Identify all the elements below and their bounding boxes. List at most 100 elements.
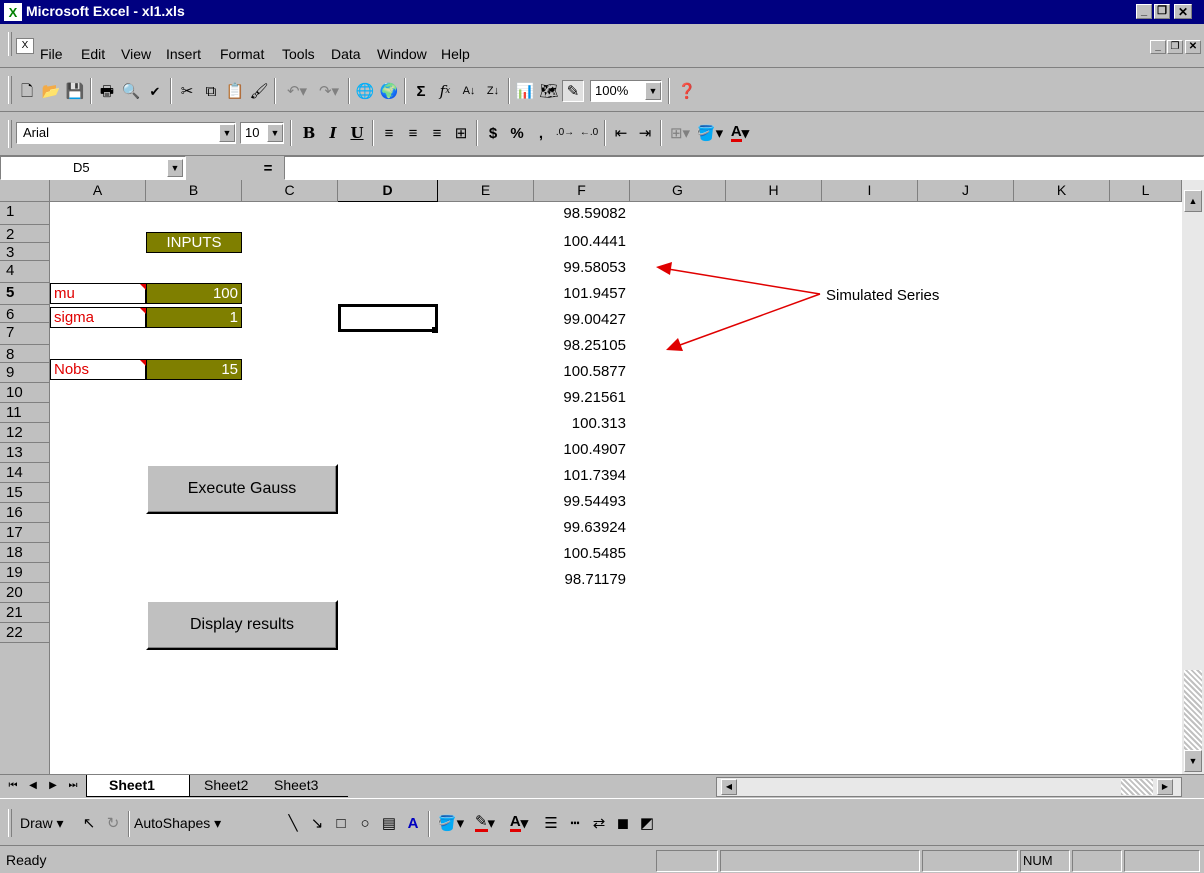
increase-indent-icon[interactable]: ⇥ — [634, 122, 656, 144]
align-left-icon[interactable]: ≡ — [378, 122, 400, 144]
fill-color-icon[interactable]: 🪣▾ — [696, 122, 724, 144]
chevron-down-icon[interactable]: ▼ — [645, 82, 661, 100]
doc-close-icon[interactable]: ✕ — [1185, 40, 1201, 54]
spelling-icon[interactable]: ✔ — [144, 80, 166, 102]
sheet-tab-3[interactable]: Sheet3 — [268, 775, 348, 797]
zoom-select[interactable]: 100% ▼ — [590, 80, 662, 102]
new-icon[interactable]: 🗋 — [16, 80, 38, 102]
open-icon[interactable]: 📂 — [40, 80, 62, 102]
col-header-k[interactable]: K — [1014, 180, 1110, 202]
format-painter-icon[interactable]: 🖌 — [248, 80, 270, 102]
line-style-icon[interactable]: ☰ — [540, 812, 562, 834]
workbook-icon[interactable]: X — [16, 38, 34, 54]
percent-button[interactable]: % — [506, 122, 528, 144]
scroll-left-icon[interactable]: ◀ — [721, 779, 737, 795]
office-assistant-icon[interactable]: ❓ — [676, 80, 698, 102]
minimize-icon[interactable]: _ — [1136, 4, 1152, 19]
rectangle-icon[interactable]: □ — [330, 812, 352, 834]
formula-equals-button[interactable]: = — [258, 159, 278, 177]
sort-ascending-icon[interactable]: A↓ — [458, 80, 480, 102]
dash-style-icon[interactable]: ┅ — [564, 812, 586, 834]
name-box[interactable]: D5 ▼ — [0, 156, 186, 180]
paste-function-icon[interactable]: fx — [434, 80, 456, 102]
undo-icon[interactable]: ↶▾ — [282, 80, 312, 102]
display-results-button[interactable]: Display results — [146, 600, 338, 650]
increase-decimal-icon[interactable]: .0→ — [554, 122, 576, 144]
cut-icon[interactable]: ✂ — [176, 80, 198, 102]
last-sheet-icon[interactable]: ⏭ — [64, 777, 82, 795]
decrease-decimal-icon[interactable]: ←.0 — [578, 122, 600, 144]
menu-data[interactable]: Data — [331, 46, 361, 62]
line-icon[interactable]: ╲ — [282, 812, 304, 834]
col-header-j[interactable]: J — [918, 180, 1014, 202]
first-sheet-icon[interactable]: ⏮ — [4, 777, 22, 795]
annotation-label[interactable]: Simulated Series — [826, 287, 939, 304]
comma-button[interactable]: , — [530, 122, 552, 144]
copy-icon[interactable]: ⧉ — [200, 80, 222, 102]
align-right-icon[interactable]: ≡ — [426, 122, 448, 144]
line-color-icon[interactable]: ✎ ▾ — [470, 812, 500, 834]
arrow-style-icon[interactable]: ⇄ — [588, 812, 610, 834]
3d-icon[interactable]: ◩ — [636, 812, 658, 834]
paste-icon[interactable]: 📋 — [224, 80, 246, 102]
autosum-icon[interactable]: Σ — [410, 80, 432, 102]
worksheet-grid[interactable]: 1 2 3 4 5 6 7 8 9 10 11 12 13 14 15 16 1… — [0, 202, 1182, 774]
menu-help[interactable]: Help — [441, 46, 470, 62]
close-icon[interactable]: ✕ — [1174, 4, 1192, 19]
arrow-icon[interactable]: ↘ — [306, 812, 328, 834]
hyperlink-icon[interactable]: 🌐 — [354, 80, 376, 102]
autoshapes-menu[interactable]: AutoShapes ▾ — [134, 815, 221, 832]
col-header-f[interactable]: F — [534, 180, 630, 202]
save-icon[interactable]: 💾 — [64, 80, 86, 102]
col-header-c[interactable]: C — [242, 180, 338, 202]
col-header-i[interactable]: I — [822, 180, 918, 202]
menu-file[interactable]: File — [40, 46, 63, 62]
excel-app-icon[interactable]: X — [4, 3, 22, 21]
execute-gauss-button[interactable]: Execute Gauss — [146, 464, 338, 514]
bold-button[interactable]: B — [298, 122, 320, 144]
align-center-icon[interactable]: ≡ — [402, 122, 424, 144]
drawing-icon[interactable]: ✎ — [562, 80, 584, 102]
underline-button[interactable]: U — [346, 122, 368, 144]
sheet-tab-1[interactable]: Sheet1 — [86, 775, 190, 797]
text-box-icon[interactable]: ▤ — [378, 812, 400, 834]
font-select[interactable]: Arial ▼ — [16, 122, 236, 144]
menu-tools[interactable]: Tools — [282, 46, 315, 62]
doc-minimize-icon[interactable]: _ — [1150, 40, 1166, 54]
hscroll-thumb[interactable] — [1121, 779, 1153, 795]
font-color-icon[interactable]: A ▾ — [726, 122, 754, 144]
formula-input[interactable] — [284, 156, 1204, 180]
chevron-down-icon[interactable]: ▼ — [167, 159, 183, 177]
menu-insert[interactable]: Insert — [166, 46, 201, 62]
currency-button[interactable]: $ — [482, 122, 504, 144]
chevron-down-icon[interactable]: ▼ — [267, 124, 283, 142]
wordart-icon[interactable]: A — [402, 812, 424, 834]
redo-icon[interactable]: ↷▾ — [314, 80, 344, 102]
menu-format[interactable]: Format — [220, 46, 264, 62]
chevron-down-icon[interactable]: ▼ — [219, 124, 235, 142]
scroll-up-icon[interactable]: ▲ — [1184, 190, 1202, 212]
prev-sheet-icon[interactable]: ◀ — [24, 777, 42, 795]
vertical-scrollbar[interactable]: ▲ ▼ — [1182, 180, 1204, 774]
scroll-right-icon[interactable]: ▶ — [1157, 779, 1173, 795]
col-header-a[interactable]: A — [50, 180, 146, 202]
free-rotate-icon[interactable]: ↻ — [102, 812, 124, 834]
menu-window[interactable]: Window — [377, 46, 427, 62]
font-size-select[interactable]: 10 ▼ — [240, 122, 284, 144]
merge-center-icon[interactable]: ⊞ — [450, 122, 472, 144]
scroll-track[interactable] — [1184, 670, 1202, 760]
sort-descending-icon[interactable]: Z↓ — [482, 80, 504, 102]
sheet-tab-2[interactable]: Sheet2 — [190, 775, 268, 797]
print-preview-icon[interactable]: 🔍 — [120, 80, 142, 102]
print-icon[interactable]: 🖶 — [96, 80, 118, 102]
col-header-l[interactable]: L — [1110, 180, 1182, 202]
col-header-d[interactable]: D — [338, 180, 438, 202]
oval-icon[interactable]: ○ — [354, 812, 376, 834]
col-header-b[interactable]: B — [146, 180, 242, 202]
fill-color-icon[interactable]: 🪣▾ — [436, 812, 466, 834]
draw-menu[interactable]: Draw ▾ — [20, 815, 64, 832]
map-icon[interactable]: 🗺 — [538, 80, 560, 102]
select-objects-icon[interactable]: ↖ — [78, 812, 100, 834]
borders-icon[interactable]: ⊞▾ — [666, 122, 694, 144]
font-color-icon[interactable]: A ▾ — [504, 812, 534, 834]
